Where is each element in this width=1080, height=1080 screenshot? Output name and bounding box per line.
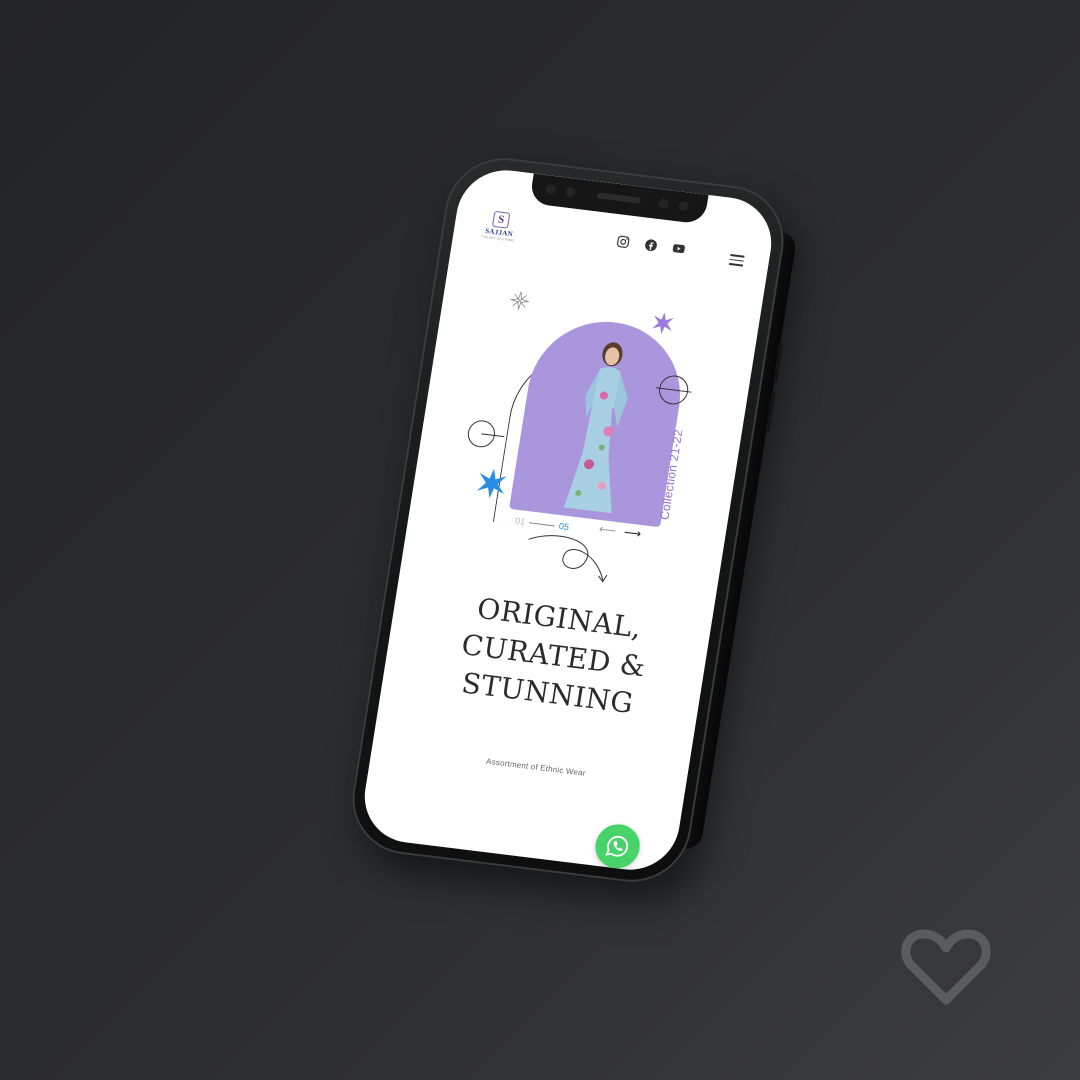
swirl-arrow-decoration: [528, 535, 608, 583]
star-purple-icon: [652, 312, 674, 335]
hero-carousel: Collection 21-22 01 05 ⟵ ⟶: [455, 288, 734, 574]
mockup-stage: S SAJJAN THE ART OF ETHNIC Collection 21…: [0, 0, 1080, 1080]
arrow-right-icon[interactable]: ⟶: [623, 525, 642, 541]
camera-dot: [677, 200, 690, 212]
phone-mockup: S SAJJAN THE ART OF ETHNIC Collection 21…: [344, 151, 798, 889]
heart-icon[interactable]: [900, 926, 992, 1006]
youtube-icon[interactable]: [671, 241, 687, 257]
camera-dot: [657, 197, 670, 210]
whatsapp-button[interactable]: [592, 821, 643, 871]
hero-subtitle: Assortment of Ethnic Wear: [485, 756, 587, 778]
hamburger-menu-icon[interactable]: [728, 254, 745, 269]
hero-headline: ORIGINAL, CURATED & STUNNING: [420, 585, 686, 728]
circle-line-decoration: [655, 375, 692, 405]
saree-model-image: [563, 342, 628, 514]
brand-logo[interactable]: S SAJJAN THE ART OF ETHNIC: [481, 210, 519, 243]
circle-line-decoration: [467, 420, 505, 448]
facebook-icon[interactable]: [643, 237, 659, 253]
whatsapp-icon: [605, 835, 629, 857]
camera-dot: [564, 186, 577, 198]
phone-screen: S SAJJAN THE ART OF ETHNIC Collection 21…: [357, 164, 779, 876]
speaker-grill: [596, 192, 642, 204]
social-links: [615, 234, 687, 256]
pager-divider: [529, 521, 556, 526]
sparkle-outline-icon: [510, 291, 529, 310]
instagram-icon[interactable]: [615, 234, 631, 250]
brand-monogram: S: [491, 210, 511, 229]
camera-dot: [544, 184, 557, 196]
slide-current: 01: [514, 515, 526, 527]
star-blue-icon: [476, 468, 507, 499]
